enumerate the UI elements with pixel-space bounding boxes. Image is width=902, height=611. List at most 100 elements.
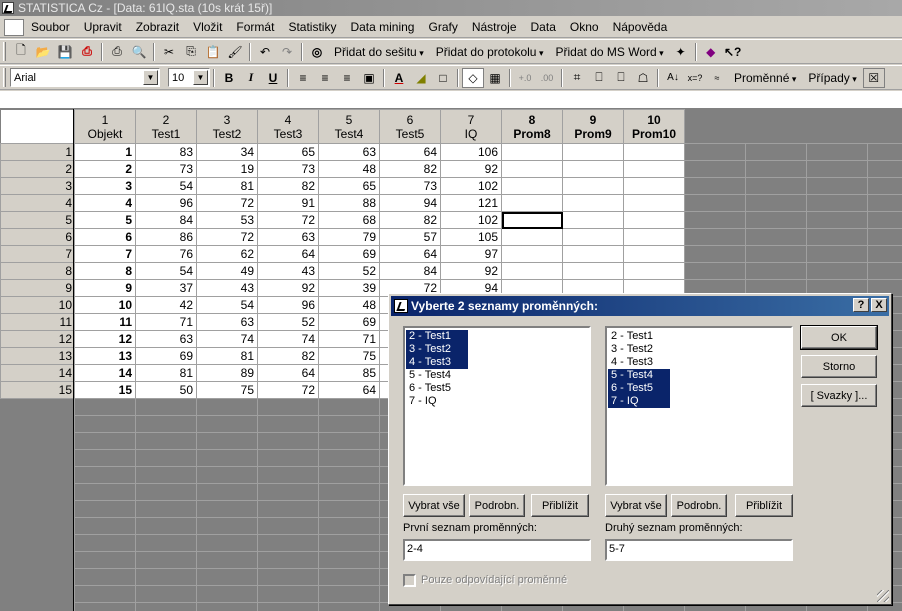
table-cell[interactable]: 63 xyxy=(135,330,197,348)
toolbar-handle[interactable] xyxy=(3,68,6,87)
table-cell[interactable] xyxy=(623,177,685,195)
table-cell[interactable] xyxy=(501,262,563,280)
variable-icon[interactable]: ⎕ xyxy=(610,68,632,88)
table-cell[interactable]: 57 xyxy=(379,228,441,246)
table-cell[interactable]: 85 xyxy=(318,364,380,382)
font-size-select[interactable]: 10 ▼ xyxy=(168,68,210,87)
table-cell[interactable]: 14 xyxy=(74,364,136,382)
column-header[interactable]: 3 Test2 xyxy=(196,109,258,144)
table-cell[interactable]: 52 xyxy=(257,313,319,331)
table-cell[interactable] xyxy=(501,143,563,161)
cut-icon[interactable]: ✂ xyxy=(158,42,180,62)
list-item[interactable]: 4 - Test3 xyxy=(406,356,468,369)
table-cell[interactable]: 81 xyxy=(196,177,258,195)
cases-menu-button[interactable]: Případy xyxy=(802,71,862,85)
copy-icon[interactable]: ⎘ xyxy=(180,42,202,62)
table-cell[interactable]: 64 xyxy=(379,245,441,263)
cell-icon[interactable]: ⌗ xyxy=(566,68,588,88)
table-cell[interactable]: 54 xyxy=(135,262,197,280)
row-header[interactable]: 13 xyxy=(0,347,75,365)
table-cell[interactable]: 72 xyxy=(196,228,258,246)
table-cell[interactable] xyxy=(562,228,624,246)
row-header[interactable]: 2 xyxy=(0,160,75,178)
table-cell[interactable]: 88 xyxy=(318,194,380,212)
variables-menu-button[interactable]: Proměnné xyxy=(728,71,802,85)
table-cell[interactable]: 64 xyxy=(257,364,319,382)
table-cell[interactable] xyxy=(623,194,685,212)
table-cell[interactable]: 15 xyxy=(74,381,136,399)
align-center-icon[interactable]: ≡ xyxy=(314,68,336,88)
list-item[interactable]: 5 - Test4 xyxy=(608,369,670,382)
chevron-down-icon[interactable]: ▼ xyxy=(193,70,208,85)
column-header[interactable]: 1 Objekt xyxy=(74,109,136,144)
table-cell[interactable]: 82 xyxy=(257,177,319,195)
merge-icon[interactable]: ▣ xyxy=(358,68,380,88)
recode-icon[interactable]: ≈ xyxy=(706,68,728,88)
table-cell[interactable]: 121 xyxy=(440,194,502,212)
table-cell[interactable]: 102 xyxy=(440,177,502,195)
list-item[interactable]: 7 - IQ xyxy=(406,395,440,408)
italic-button[interactable]: I xyxy=(240,68,262,88)
fill-color-icon[interactable]: ◢ xyxy=(410,68,432,88)
table-cell[interactable]: 96 xyxy=(257,296,319,314)
table-cell[interactable]: 102 xyxy=(440,211,502,229)
table-cell[interactable]: 72 xyxy=(257,381,319,399)
menu-zobrazit[interactable]: Zobrazit xyxy=(129,18,186,37)
zoom-button-2[interactable]: Přiblížit xyxy=(735,494,793,517)
table-cell[interactable] xyxy=(562,177,624,195)
menu-vlozit[interactable]: Vložit xyxy=(186,18,229,37)
format-painter-icon[interactable]: 🖌 xyxy=(224,42,246,62)
align-left-icon[interactable]: ≡ xyxy=(292,68,314,88)
row-header[interactable]: 5 xyxy=(0,211,75,229)
replace-icon[interactable]: x=? xyxy=(684,68,706,88)
table-cell[interactable] xyxy=(501,160,563,178)
help-pointer-icon[interactable]: ↖? xyxy=(722,42,744,62)
font-select[interactable]: Arial ▼ xyxy=(10,68,160,87)
table-cell[interactable]: 81 xyxy=(135,364,197,382)
table-cell[interactable]: 92 xyxy=(257,279,319,297)
column-header[interactable]: 9 Prom9 xyxy=(562,109,624,144)
table-cell[interactable]: 50 xyxy=(135,381,197,399)
table-cell[interactable]: 74 xyxy=(257,330,319,348)
table-cell[interactable]: 84 xyxy=(379,262,441,280)
resize-grip-icon[interactable] xyxy=(877,590,889,602)
select-all-button-2[interactable]: Vybrat vše xyxy=(605,494,667,517)
print-icon[interactable]: ⎙ xyxy=(106,42,128,62)
corner-cell[interactable] xyxy=(0,109,75,144)
table-cell[interactable]: 71 xyxy=(318,330,380,348)
align-right-icon[interactable]: ≡ xyxy=(336,68,358,88)
column-header[interactable]: 4 Test3 xyxy=(257,109,319,144)
toolbar-handle[interactable] xyxy=(3,42,6,61)
row-header[interactable]: 3 xyxy=(0,177,75,195)
close-button[interactable]: X xyxy=(871,298,887,312)
table-cell[interactable]: 82 xyxy=(379,211,441,229)
table-cell[interactable]: 68 xyxy=(318,211,380,229)
row-header[interactable]: 8 xyxy=(0,262,75,280)
table-cell[interactable]: 63 xyxy=(318,143,380,161)
table-cell[interactable]: 34 xyxy=(196,143,258,161)
row-header[interactable]: 9 xyxy=(0,279,75,297)
table-cell[interactable]: 39 xyxy=(318,279,380,297)
table-cell[interactable]: 94 xyxy=(379,194,441,212)
menu-soubor[interactable]: Soubor xyxy=(24,18,77,37)
list-item[interactable]: 6 - Test5 xyxy=(406,382,454,395)
table-cell[interactable]: 75 xyxy=(318,347,380,365)
row-header[interactable]: 11 xyxy=(0,313,75,331)
table-cell[interactable] xyxy=(562,143,624,161)
table-cell[interactable]: 89 xyxy=(196,364,258,382)
list-item[interactable]: 5 - Test4 xyxy=(406,369,454,382)
list-item[interactable]: 2 - Test1 xyxy=(406,330,468,343)
table-cell[interactable]: 86 xyxy=(135,228,197,246)
column-header[interactable]: 10 Prom10 xyxy=(623,109,685,144)
table-cell[interactable] xyxy=(562,245,624,263)
table-cell[interactable]: 74 xyxy=(196,330,258,348)
table-cell[interactable] xyxy=(562,160,624,178)
row-header[interactable]: 7 xyxy=(0,245,75,263)
table-cell[interactable]: 65 xyxy=(318,177,380,195)
table-cell[interactable]: 43 xyxy=(196,279,258,297)
table-cell[interactable]: 12 xyxy=(74,330,136,348)
table-cell[interactable]: 54 xyxy=(135,177,197,195)
save-icon[interactable]: 💾 xyxy=(54,42,76,62)
first-variable-listbox[interactable]: 2 - Test1 3 - Test2 4 - Test3 5 - Test4 6 - … xyxy=(403,326,591,486)
menu-format[interactable]: Formát xyxy=(229,18,281,37)
